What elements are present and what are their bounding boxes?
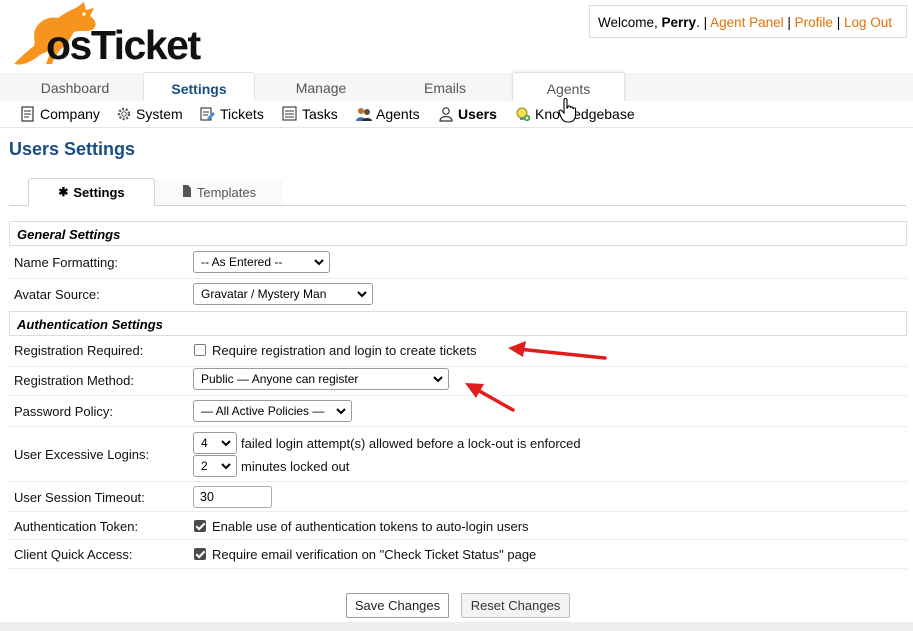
asterisk-icon: ✱ [58,185,69,199]
page-title: Users Settings [9,139,136,159]
reset-changes-button[interactable]: Reset Changes [461,593,570,618]
session-timeout-label: User Session Timeout: [14,490,145,505]
subnav-users[interactable]: Users [438,105,497,123]
gear-icon [116,106,132,122]
chevron-down-icon [221,463,231,470]
task-list-icon [282,106,298,122]
tab-manage[interactable]: Manage [258,74,384,101]
subnav-company-label: Company [40,106,100,122]
logout-link[interactable]: Log Out [844,15,892,30]
subnav-tickets[interactable]: Tickets [200,105,264,123]
subnav-system-label: System [136,106,183,122]
profile-link[interactable]: Profile [795,15,833,30]
subnav-company[interactable]: Company [20,105,100,123]
file-icon [182,185,192,200]
auth-token-text: Enable use of authentication tokens to a… [212,519,529,534]
osticket-logo[interactable]: osTicket [6,0,206,70]
subnav-knowledgebase-label: Knowledgebase [535,106,635,122]
excessive-logins-label: User Excessive Logins: [14,447,150,462]
tab-templates-section[interactable]: Templates [155,180,283,205]
name-formatting-select[interactable]: -- As Entered -- [193,251,330,273]
subnav-users-label: Users [458,106,497,122]
subnav-tickets-label: Tickets [220,106,264,122]
red-arrow-icon [465,383,515,412]
avatar-source-select[interactable]: Gravatar / Mystery Man [193,283,373,305]
authentication-settings-heading: Authentication Settings [9,311,907,336]
user-welcome-box: Welcome, Perry. | Agent Panel | Profile … [589,5,907,38]
document-icon [20,106,36,122]
welcome-prefix: Welcome, [598,15,662,30]
red-arrow-icon [508,341,607,360]
tab-settings[interactable]: Settings [143,72,255,101]
user-name: Perry [661,15,697,30]
logo-wordmark: osTicket [46,22,201,68]
agent-panel-link[interactable]: Agent Panel [710,15,784,30]
subnav-tasks[interactable]: Tasks [282,105,338,123]
chevron-down-icon [336,408,346,415]
tab-settings-section[interactable]: ✱ Settings [28,178,155,206]
chevron-down-icon [314,259,324,266]
user-icon [438,106,454,122]
chevron-down-icon [221,440,231,447]
name-formatting-label: Name Formatting: [14,255,119,270]
tab-dashboard[interactable]: Dashboard [10,74,140,101]
ticket-edit-icon [200,106,216,122]
tab-emails[interactable]: Emails [386,74,504,101]
tab-settings-label: Settings [73,184,125,200]
auth-token-checkbox[interactable] [194,520,206,532]
lockout-minutes-select[interactable]: 2 [193,455,237,477]
registration-required-text: Require registration and login to create… [212,343,477,358]
session-timeout-input[interactable]: 30 [193,486,272,508]
save-changes-button[interactable]: Save Changes [346,593,449,618]
subnav-system[interactable]: System [116,105,183,123]
chevron-down-icon [357,291,367,298]
page-footer-bar [0,622,913,631]
knowledgebase-bulb-icon [515,106,531,122]
lockout-minutes-text: minutes locked out [241,459,350,474]
chevron-down-icon [433,376,443,383]
failed-attempts-select[interactable]: 4 [193,432,237,454]
tab-templates-label: Templates [196,185,257,200]
tab-agents[interactable]: Agents [512,72,625,101]
password-policy-label: Password Policy: [14,404,113,419]
registration-method-label: Registration Method: [14,373,134,388]
subnav-knowledgebase[interactable]: Knowledgebase [515,105,635,123]
registration-method-select[interactable]: Public — Anyone can register [193,368,449,390]
registration-required-checkbox[interactable] [194,344,206,356]
agents-group-icon [356,106,372,122]
failed-attempts-text: failed login attempt(s) allowed before a… [241,436,581,451]
subnav-agents-label: Agents [376,106,420,122]
client-quick-access-label: Client Quick Access: [14,547,133,562]
auth-token-label: Authentication Token: [14,519,139,534]
general-settings-heading: General Settings [9,221,907,246]
password-policy-select[interactable]: — All Active Policies — [193,400,352,422]
subnav-agents[interactable]: Agents [356,105,420,123]
client-quick-access-checkbox[interactable] [194,548,206,560]
registration-required-label: Registration Required: [14,343,144,358]
avatar-source-label: Avatar Source: [14,287,100,302]
client-quick-access-text: Require email verification on "Check Tic… [212,547,537,562]
subnav-tasks-label: Tasks [302,106,338,122]
